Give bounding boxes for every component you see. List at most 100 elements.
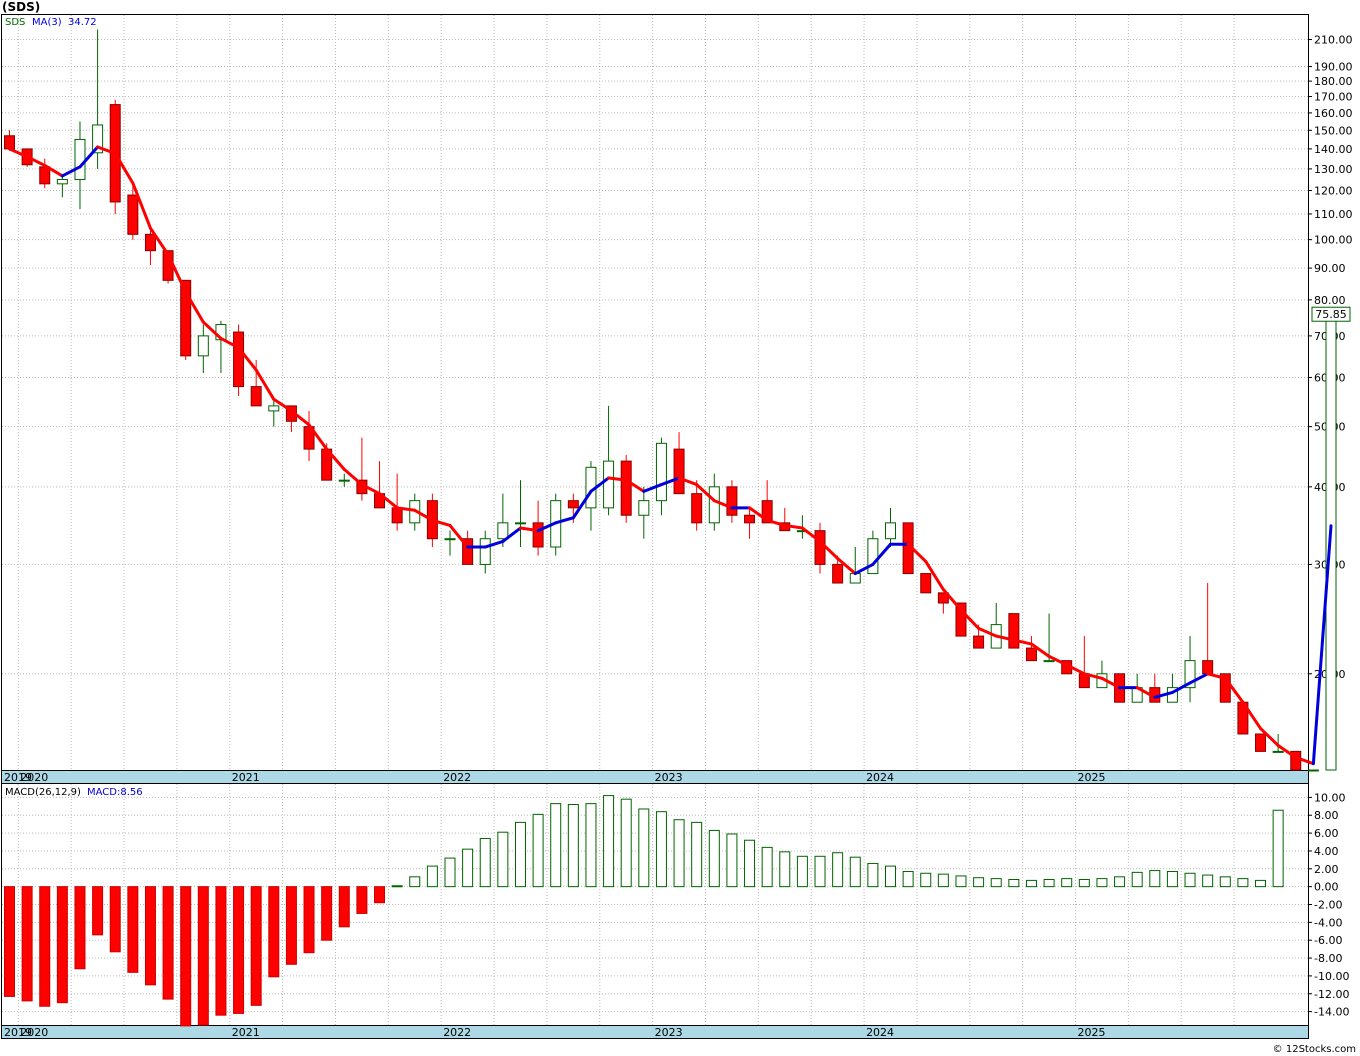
candle-body: [479, 538, 491, 565]
macd-tick-label: -6.00: [1314, 934, 1342, 947]
macd-bar: [990, 878, 1002, 888]
candle-body: [74, 138, 86, 180]
candle-body: [691, 493, 703, 524]
candle: [1078, 636, 1090, 689]
macd-bar: [250, 886, 262, 1006]
macd-bar: [973, 877, 985, 888]
candle-body: [744, 514, 756, 524]
macd-bar: [920, 872, 932, 888]
candle-body: [144, 233, 156, 252]
macd-tick-label: 6.00: [1314, 827, 1339, 840]
candle: [673, 432, 685, 495]
candle: [338, 473, 350, 487]
price-tick-label: 210.00: [1314, 34, 1353, 47]
year-label: 2022: [443, 771, 471, 784]
price-tick-label: 90.00: [1314, 262, 1346, 275]
macd-bar: [21, 886, 33, 1002]
candle-body: [885, 522, 896, 540]
year-label: 2023: [655, 771, 683, 784]
macd-axis: -14.00 -12.00 -10.00 -8.00 -6.00 -4.00 -2.00 0.…: [1308, 791, 1349, 1019]
candle-body: [1043, 660, 1055, 663]
ma-segment: [342, 467, 364, 487]
legend-macd-params: MACD(26,12,9): [5, 787, 81, 798]
candle-body: [497, 522, 509, 540]
candle: [1166, 673, 1178, 703]
macd-bar: [1184, 872, 1196, 888]
price-panel-frame: [1, 14, 1309, 771]
candle: [1096, 660, 1108, 689]
macd-tick-label: 10.00: [1314, 791, 1346, 804]
price-tick-label: 80.00: [1314, 294, 1346, 307]
candle: [197, 324, 209, 373]
macd-bar: [726, 833, 738, 888]
macd-bar: [1043, 879, 1055, 888]
year-label: 2020: [20, 1026, 48, 1039]
candle: [814, 522, 826, 574]
macd-bar: [4, 886, 15, 997]
macd-bar: [796, 855, 808, 888]
candle: [374, 461, 386, 509]
candle: [603, 405, 615, 516]
candle-body: [39, 166, 51, 185]
macd-bar: [1061, 878, 1073, 888]
macd-bar: [233, 886, 245, 1014]
macd-bar: [708, 829, 720, 888]
macd-bar: [215, 886, 227, 1016]
price-tick-label: 180.00: [1314, 75, 1353, 88]
candle: [233, 324, 245, 397]
candle: [1008, 613, 1020, 649]
macd-tick-label: 2.00: [1314, 863, 1339, 876]
candle: [744, 507, 756, 539]
macd-bar: [479, 837, 491, 888]
candle-body: [4, 135, 15, 150]
candle-body: [638, 500, 650, 516]
macd-bar: [902, 870, 914, 888]
candle: [638, 486, 650, 539]
macd-bar: [603, 795, 615, 888]
stock-chart: (SDS) © 12Stocks.com SDS MA(3) 34.72 MAC…: [1, 0, 1356, 1055]
candle-body: [514, 522, 526, 525]
candle-body: [1202, 660, 1214, 675]
macd-bar: [338, 886, 350, 928]
macd-bar: [92, 886, 104, 936]
candle-body: [567, 500, 579, 509]
macd-bar: [321, 886, 333, 941]
macd-bar: [127, 886, 139, 973]
candle-body: [233, 331, 245, 388]
candle: [303, 410, 315, 462]
macd-bar: [1202, 874, 1214, 888]
year-label: 2021: [232, 1026, 260, 1039]
candle-body: [708, 486, 720, 524]
macd-bar: [497, 831, 509, 888]
candle-body: [1307, 769, 1319, 772]
year-label: 2025: [1078, 771, 1106, 784]
candle: [391, 473, 403, 531]
candle-body: [391, 507, 403, 524]
last-price-value: 75.85: [1315, 308, 1347, 321]
candle: [937, 592, 949, 614]
price-tick-label: 150.00: [1314, 124, 1353, 137]
macd-bar: [444, 857, 456, 888]
candle: [726, 480, 738, 523]
macd-bar: [409, 876, 421, 888]
legend-ma-label: MA(3): [32, 17, 62, 28]
macd-bar: [1255, 879, 1267, 888]
candle-body: [127, 194, 139, 235]
candle: [514, 480, 526, 548]
macd-tick-label: -2.00: [1314, 899, 1342, 912]
macd-bar: [1114, 876, 1126, 888]
candle: [920, 573, 932, 594]
candle-body: [444, 538, 456, 541]
macd-bar: [532, 813, 544, 888]
credit-text: © 12Stocks.com: [1273, 1044, 1356, 1055]
macd-bar: [885, 865, 896, 888]
macd-tick-label: 0.00: [1314, 881, 1339, 894]
macd-bar: [1131, 871, 1143, 888]
macd-bar: [779, 851, 791, 888]
price-tick-label: 110.00: [1314, 208, 1353, 221]
candle-body: [532, 522, 544, 548]
candle: [444, 530, 456, 556]
macd-bar: [655, 811, 667, 888]
macd-tick-label: -4.00: [1314, 916, 1342, 929]
candle-body: [920, 573, 932, 594]
